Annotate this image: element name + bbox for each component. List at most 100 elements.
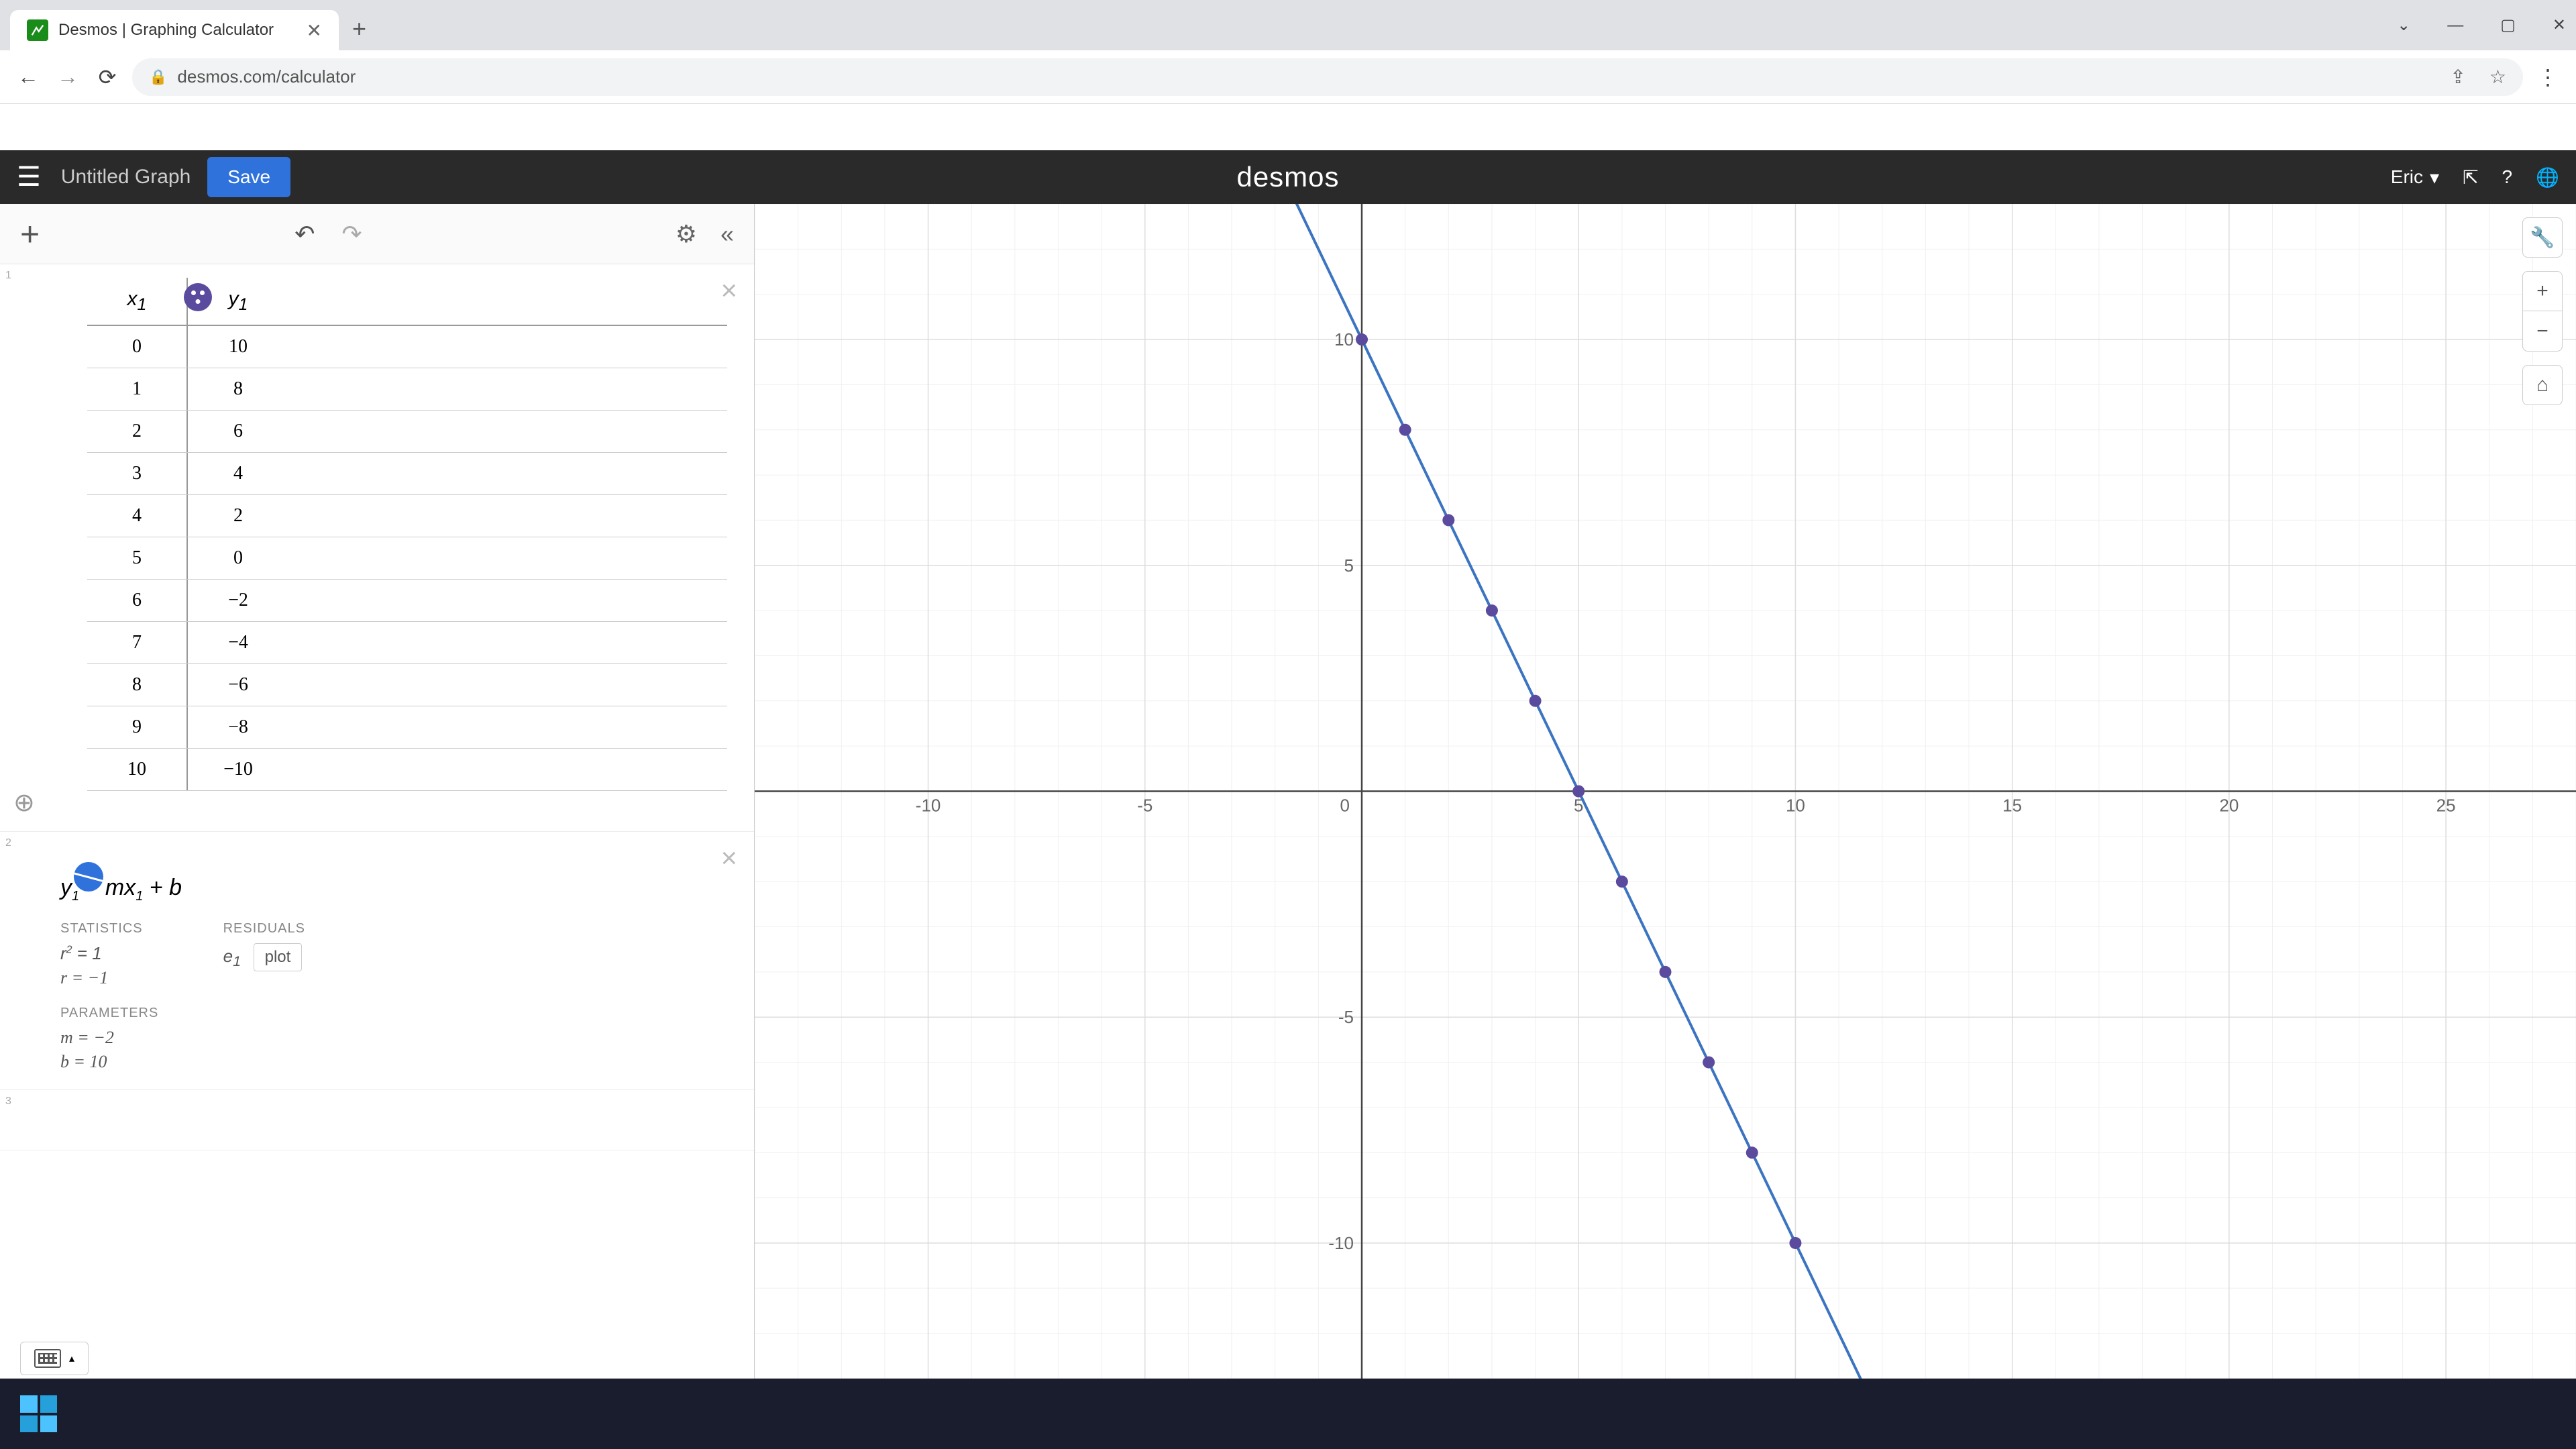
forward-button[interactable]: → [53,64,83,89]
param-m: m = −2 [60,1028,727,1048]
lock-icon: 🔒 [149,68,167,86]
param-b: b = 10 [60,1052,727,1072]
regression-icon[interactable] [74,862,103,892]
table-cell-x[interactable]: 2 [87,411,188,452]
help-icon[interactable]: ? [2502,166,2513,188]
undo-button[interactable]: ↶ [294,220,315,248]
table-cell-x[interactable]: 10 [87,749,188,790]
svg-text:20: 20 [2219,796,2239,816]
parameters-label: PARAMETERS [60,1006,727,1021]
plot-residuals-button[interactable]: plot [254,943,303,971]
share-icon[interactable]: ⇪ [2450,66,2465,88]
table-cell-x[interactable]: 6 [87,580,188,621]
language-icon[interactable]: 🌐 [2536,166,2559,189]
graph-settings-button[interactable]: 🔧 [2522,217,2563,258]
window-close-icon[interactable]: ✕ [2553,15,2566,35]
address-bar[interactable]: 🔒 desmos.com/calculator ⇪ ☆ [132,58,2523,96]
user-menu[interactable]: Eric ▾ [2391,166,2439,189]
table-row[interactable]: 7−4 [87,622,727,664]
keyboard-toggle[interactable]: ▴ [20,1342,89,1375]
zoom-in-button[interactable]: + [2522,271,2563,311]
table-cell-x[interactable]: 7 [87,622,188,663]
chevron-up-icon: ▴ [69,1352,74,1365]
favicon-icon [27,19,48,41]
windows-taskbar[interactable] [0,1379,2576,1449]
keyboard-icon [34,1349,61,1368]
table-cell-x[interactable]: 4 [87,495,188,537]
maximize-icon[interactable]: ▢ [2500,15,2516,35]
residuals-e1: e1 plot [223,943,305,971]
table-row[interactable]: 42 [87,495,727,537]
svg-text:-5: -5 [1137,796,1152,816]
table-row[interactable]: 50 [87,537,727,580]
table-cell-y[interactable]: 2 [188,495,288,537]
menu-icon[interactable]: ⋮ [2533,64,2563,90]
table-cell-x[interactable]: 3 [87,453,188,494]
hamburger-icon[interactable]: ☰ [17,162,41,193]
table-cell-y[interactable]: 4 [188,453,288,494]
table-row[interactable]: 6−2 [87,580,727,622]
zoom-home-button[interactable]: ⌂ [2522,365,2563,405]
table-cell-y[interactable]: 0 [188,537,288,579]
reload-button[interactable]: ⟳ [93,64,122,90]
bookmark-icon[interactable]: ☆ [2489,66,2506,88]
table-cell-x[interactable]: 0 [87,326,188,368]
table-row[interactable]: 9−8 [87,706,727,749]
share-graph-icon[interactable]: ⇱ [2463,166,2478,189]
zoom-fit-icon[interactable]: ⊕ [13,788,35,818]
stat-r: r = −1 [60,968,143,988]
table-row[interactable]: 18 [87,368,727,411]
table-row[interactable]: 26 [87,411,727,453]
new-tab-button[interactable]: + [352,15,366,43]
graph-title[interactable]: Untitled Graph [61,166,191,189]
settings-gear-icon[interactable]: ⚙ [676,220,697,248]
save-button[interactable]: Save [207,157,290,197]
row-number: 1 [5,270,11,282]
start-button[interactable] [20,1395,57,1432]
svg-text:5: 5 [1344,555,1354,576]
tab-close-icon[interactable]: ✕ [307,19,322,42]
table-cell-y[interactable]: 10 [188,326,288,368]
regression-formula[interactable]: y1 ~ mx1 + b [60,875,727,904]
table-row[interactable]: 34 [87,453,727,495]
expression-row-empty[interactable]: 3 [0,1090,754,1150]
svg-text:-10: -10 [916,796,941,816]
points-style-icon[interactable] [184,283,212,311]
add-expression-button[interactable]: + [20,215,40,254]
table-cell-x[interactable]: 5 [87,537,188,579]
table-cell-y[interactable]: −4 [188,622,288,663]
table-header-y[interactable]: y1 [188,278,288,325]
svg-text:10: 10 [1786,796,1805,816]
svg-text:0: 0 [1340,796,1350,816]
minimize-icon[interactable]: ― [2447,16,2463,35]
browser-tab[interactable]: Desmos | Graphing Calculator ✕ [10,10,339,50]
table-header-x[interactable]: x1 [87,278,188,325]
table-cell-y[interactable]: 8 [188,368,288,410]
table-row[interactable]: 8−6 [87,664,727,706]
user-name: Eric [2391,166,2423,188]
graph-canvas[interactable]: -10-50510152025-10-5510 🔧 + − ⌂ [755,204,2576,1379]
expression-row-table[interactable]: 1 × x1 y1 01018263442506−27−48−69−810−10 [0,264,754,832]
svg-text:10: 10 [1334,329,1354,350]
redo-button[interactable]: ↷ [341,220,362,248]
delete-row-icon[interactable]: × [720,274,737,307]
table-cell-y[interactable]: −8 [188,706,288,748]
svg-text:-10: -10 [1328,1233,1354,1253]
stat-r-squared: r2 = 1 [60,943,143,964]
chevron-down-icon[interactable]: ⌄ [2397,15,2410,35]
zoom-out-button[interactable]: − [2522,311,2563,352]
table-cell-x[interactable]: 1 [87,368,188,410]
expression-row-regression[interactable]: 2 × y1 ~ mx1 + b STATISTICS r2 = 1 r = −… [0,832,754,1090]
back-button[interactable]: ← [13,64,43,89]
table-cell-y[interactable]: −2 [188,580,288,621]
table-cell-y[interactable]: 6 [188,411,288,452]
table-cell-x[interactable]: 8 [87,664,188,706]
collapse-panel-icon[interactable]: « [720,220,734,248]
delete-row-icon[interactable]: × [720,842,737,874]
table-row[interactable]: 10−10 [87,749,727,791]
table-cell-y[interactable]: −6 [188,664,288,706]
table-cell-y[interactable]: −10 [188,749,288,790]
table-cell-x[interactable]: 9 [87,706,188,748]
table-row[interactable]: 010 [87,326,727,368]
residuals-label: RESIDUALS [223,921,305,936]
